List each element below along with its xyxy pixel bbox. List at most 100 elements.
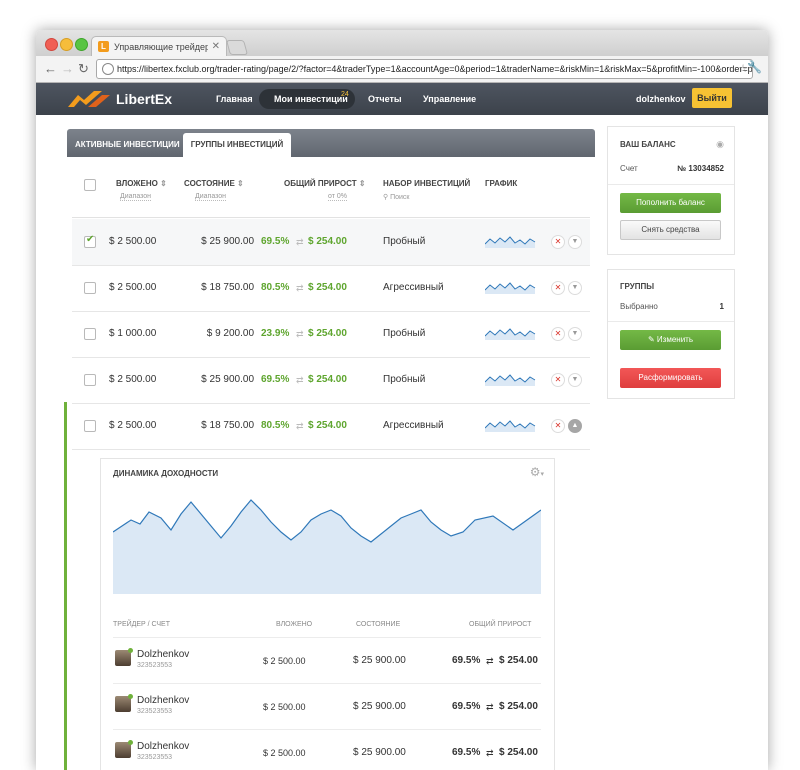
trader-row[interactable]: Dolzhenkov 323523553 $ 2 500.00 $ 25 900… (113, 683, 541, 730)
table-row[interactable]: $ 2 500.00 $ 25 900.00 69.5% ⇄ $ 254.00 … (72, 357, 590, 404)
username[interactable]: dolzhenkov (636, 83, 686, 115)
trader-row[interactable]: Dolzhenkov 323523553 $ 2 500.00 $ 25 900… (113, 637, 541, 684)
trader-account: 323523553 (137, 754, 173, 761)
row-invested: $ 2 500.00 (109, 374, 157, 385)
col-growth[interactable]: Общий прирост ⇕ (284, 179, 366, 188)
row-growth-pct: 69.5% (261, 236, 290, 247)
swap-icon: ⇄ (486, 656, 494, 666)
trader-row[interactable]: Dolzhenkov 323523553 $ 2 500.00 $ 25 900… (113, 729, 541, 770)
select-all-checkbox[interactable] (84, 179, 96, 191)
gear-icon[interactable]: ⚙▾ (530, 465, 544, 479)
sub-col-growth: Общий прирост (469, 621, 532, 628)
col-state[interactable]: Состояние ⇕ (184, 179, 244, 188)
table-row[interactable]: $ 1 000.00 $ 9 200.00 23.9% ⇄ $ 254.00 П… (72, 311, 590, 358)
row-invested: $ 2 500.00 (109, 236, 157, 247)
remove-icon[interactable]: ✕ (551, 327, 565, 341)
account-label: Счет (620, 164, 638, 173)
tab-close-icon[interactable]: ✕ (212, 37, 220, 57)
tab-investment-groups[interactable]: Группы инвестиций (183, 133, 291, 157)
col-state-range[interactable]: Диапазон (195, 193, 227, 201)
trader-growth-pct: 69.5% (452, 701, 481, 712)
row-investment-set: Пробный (383, 328, 426, 339)
browser-tab[interactable]: L Управляющие трейдеры ✕ (91, 36, 227, 57)
investments-card: Активные инвестиции Группы инвестиций Вл… (64, 129, 595, 770)
swap-icon: ⇄ (296, 329, 304, 339)
trader-growth-pct: 69.5% (452, 747, 481, 758)
back-icon[interactable]: ← (44, 60, 57, 78)
new-tab-button[interactable] (225, 40, 249, 55)
tab-title: Управляющие трейдеры (114, 42, 208, 52)
trader-invested: $ 2 500.00 (263, 656, 306, 666)
trader-invested: $ 2 500.00 (263, 702, 306, 712)
chevron-down-icon[interactable]: ▼ (568, 235, 582, 249)
chevron-down-icon[interactable]: ▼ (568, 281, 582, 295)
globe-icon (102, 63, 114, 75)
trader-growth-amount: $ 254.00 (499, 747, 538, 758)
tab-active-investments[interactable]: Активные инвестиции (75, 133, 180, 157)
wrench-icon[interactable]: 🔧 (747, 60, 762, 74)
investments-badge: 24 (341, 91, 349, 98)
trader-state: $ 25 900.00 (353, 655, 406, 666)
col-growth-filter[interactable]: от 0% (328, 193, 348, 201)
trader-invested: $ 2 500.00 (263, 748, 306, 758)
pencil-icon: ✎ (647, 335, 655, 344)
withdraw-button[interactable]: Снять средства (620, 220, 721, 240)
topup-balance-button[interactable]: Пополнить баланс (620, 193, 721, 213)
row-checkbox[interactable] (84, 282, 96, 294)
row-growth-amount: $ 254.00 (308, 282, 347, 293)
chevron-down-icon[interactable]: ▼ (568, 373, 582, 387)
col-invested[interactable]: Вложено ⇕ (116, 179, 167, 188)
browser-tabbar: L Управляющие трейдеры ✕ (36, 30, 768, 57)
site-header: LibertEx Главная Мои инвестиции 24 Отчет… (36, 83, 768, 115)
close-window-button[interactable] (45, 38, 58, 51)
swap-icon: ⇄ (486, 748, 494, 758)
expanded-row-detail: Динамика доходности ⚙▾ Трейдер / Счет Вл… (64, 402, 588, 770)
row-sparkline (485, 374, 536, 386)
table-row[interactable]: $ 2 500.00 $ 18 750.00 80.5% ⇄ $ 254.00 … (72, 265, 590, 312)
trader-name[interactable]: Dolzhenkov (137, 695, 189, 706)
col-set-search[interactable]: ⚲ Поиск (383, 193, 410, 201)
browser-window: L Управляющие трейдеры ✕ ← → ↻ https://l… (36, 30, 768, 770)
row-state: $ 25 900.00 (201, 374, 254, 385)
row-investment-set: Пробный (383, 374, 426, 385)
balance-card: Ваш баланс ◉ Счет № 13034852 Пополнить б… (607, 126, 735, 255)
chevron-down-icon[interactable]: ▼ (568, 327, 582, 341)
row-checkbox[interactable] (84, 328, 96, 340)
row-invested: $ 2 500.00 (109, 282, 157, 293)
sub-col-invested: Вложено (276, 621, 313, 628)
maximize-window-button[interactable] (75, 38, 88, 51)
trader-name[interactable]: Dolzhenkov (137, 741, 189, 752)
url-input[interactable]: https://libertex.fxclub.org/trader-ratin… (96, 59, 753, 79)
groups-selected-label: Выбранно (620, 302, 658, 311)
disband-group-button[interactable]: Расформировать (620, 368, 721, 388)
balance-title: Ваш баланс (620, 140, 676, 149)
remove-icon[interactable]: ✕ (551, 235, 565, 249)
trader-name[interactable]: Dolzhenkov (137, 649, 189, 660)
eye-icon[interactable]: ◉ (716, 139, 724, 150)
row-checkbox[interactable]: ✔ (84, 234, 96, 248)
col-invested-range[interactable]: Диапазон (120, 193, 152, 201)
reload-icon[interactable]: ↻ (78, 60, 89, 78)
row-growth-amount: $ 254.00 (308, 236, 347, 247)
minimize-window-button[interactable] (60, 38, 73, 51)
swap-icon: ⇄ (486, 702, 494, 712)
nav-my-investments[interactable]: Мои инвестиции (274, 83, 348, 115)
yield-chart (113, 499, 541, 594)
panel-title: Динамика доходности (113, 469, 219, 478)
libertex-logo-icon[interactable] (68, 91, 110, 107)
row-growth-pct: 80.5% (261, 282, 290, 293)
remove-icon[interactable]: ✕ (551, 373, 565, 387)
favicon-icon: L (98, 41, 109, 52)
row-checkbox[interactable] (84, 374, 96, 386)
remove-icon[interactable]: ✕ (551, 281, 565, 295)
forward-icon[interactable]: → (61, 60, 74, 78)
edit-group-button[interactable]: ✎ Изменить (620, 330, 721, 350)
table-row[interactable]: ✔ $ 2 500.00 $ 25 900.00 69.5% ⇄ $ 254.0… (72, 219, 590, 266)
col-investment-set: Набор инвестиций (383, 179, 471, 188)
nav-reports[interactable]: Отчеты (368, 83, 402, 115)
groups-card: Группы Выбранно 1 ✎ Изменить Расформиров… (607, 269, 735, 399)
nav-home[interactable]: Главная (216, 83, 253, 115)
logout-button[interactable]: Выйти (692, 88, 732, 108)
nav-management[interactable]: Управление (423, 83, 476, 115)
logo-text[interactable]: LibertEx (116, 91, 172, 107)
